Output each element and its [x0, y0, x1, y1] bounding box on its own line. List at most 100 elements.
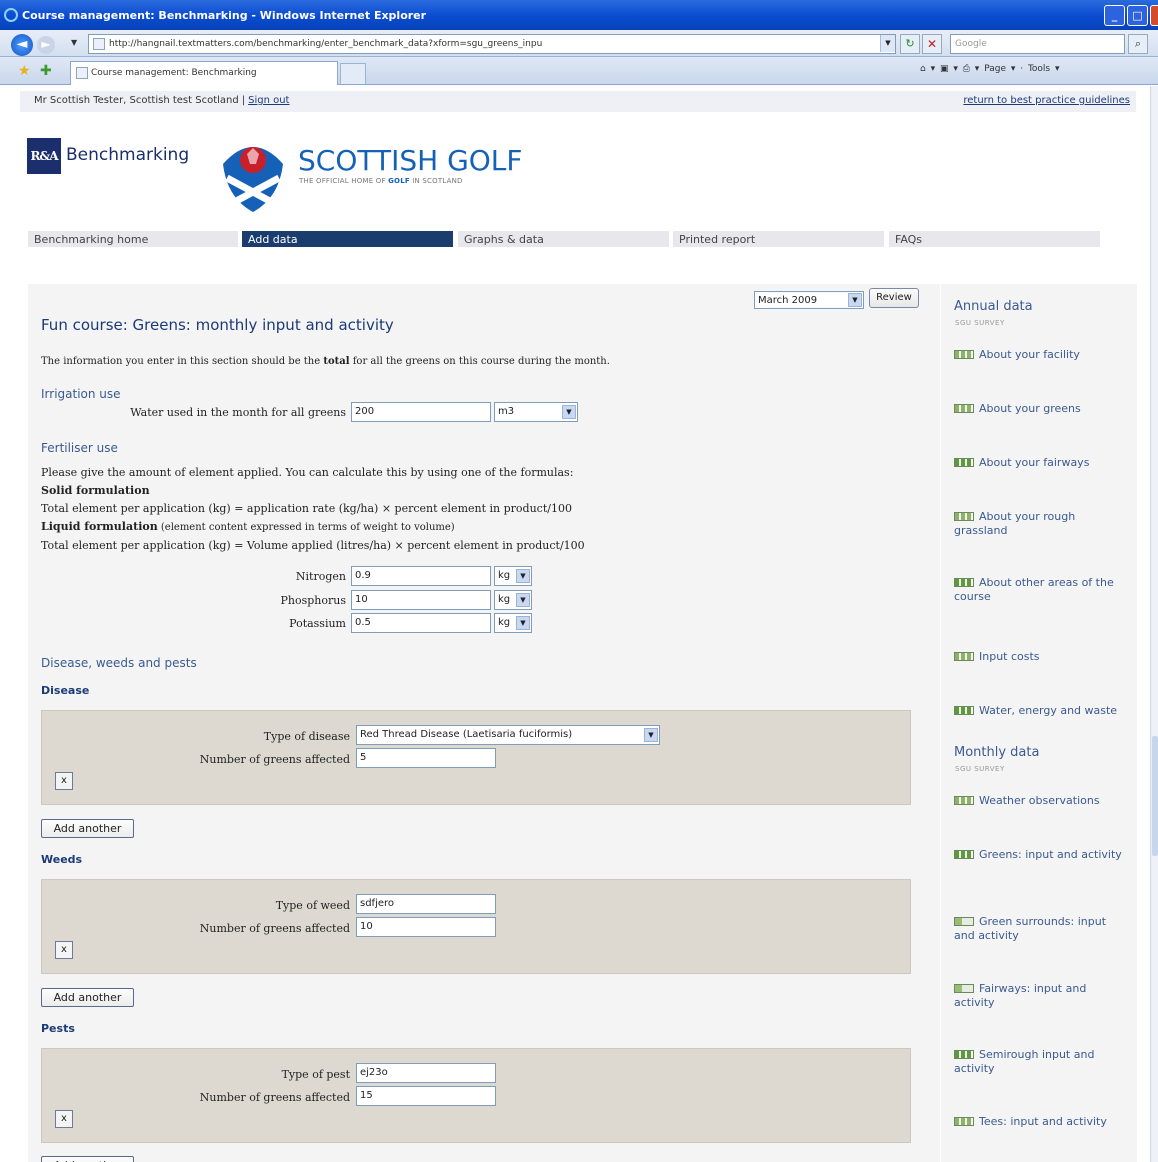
annual-item[interactable]: About your rough grassland: [954, 510, 1129, 538]
add-weed-button[interactable]: Add another: [41, 988, 134, 1007]
scroll-thumb[interactable]: [1152, 736, 1158, 856]
nitrogen-unit-value: kg: [498, 570, 511, 581]
pest-count-input[interactable]: 15: [356, 1086, 496, 1106]
annual-item-label: About your fairways: [979, 456, 1090, 469]
chevron-down-icon[interactable]: ▼: [516, 616, 530, 630]
page-scrollbar[interactable]: [1150, 86, 1158, 1162]
tab-label: Course management: Benchmarking: [91, 68, 257, 78]
separator: |: [241, 95, 246, 106]
nitrogen-unit-select[interactable]: kg ▼: [494, 566, 532, 586]
nav-graphs-data[interactable]: Graphs & data: [458, 231, 669, 247]
fert-line-5: Total element per application (kg) = Vol…: [41, 539, 585, 552]
favorites-star-icon[interactable]: ★: [18, 63, 31, 79]
annual-item[interactable]: About other areas of the course: [954, 576, 1129, 604]
close-button[interactable]: [1150, 5, 1158, 26]
remove-weed-button[interactable]: x: [55, 941, 73, 959]
progress-icon: [954, 1117, 974, 1126]
fertiliser-instructions: Please give the amount of element applie…: [41, 464, 585, 555]
pest-type-label: Type of pest: [281, 1068, 350, 1081]
nav-add-data[interactable]: Add data: [242, 231, 453, 247]
browser-tab[interactable]: Course management: Benchmarking: [70, 61, 338, 85]
monthly-item[interactable]: Fairways: input and activity: [954, 982, 1129, 1010]
pest-type-input[interactable]: ej23o: [356, 1063, 496, 1083]
disease-count-input[interactable]: 5: [356, 748, 496, 768]
feeds-icon[interactable]: ▣ ▾: [940, 64, 958, 74]
potassium-input[interactable]: 0.5: [351, 613, 491, 633]
monthly-item-label: Greens: input and activity: [979, 848, 1122, 861]
monthly-item[interactable]: Tees: input and activity: [954, 1115, 1129, 1129]
stop-icon[interactable]: ✕: [922, 34, 942, 54]
remove-pest-button[interactable]: x: [55, 1110, 73, 1128]
nav-benchmarking-home[interactable]: Benchmarking home: [28, 231, 238, 247]
water-input[interactable]: 200: [351, 402, 491, 422]
nav-faqs[interactable]: FAQs: [889, 231, 1100, 247]
page-tools-label[interactable]: Page ▾ · Tools ▾: [984, 64, 1059, 74]
disease-type-select[interactable]: Red Thread Disease (Laetisaria fuciformi…: [356, 725, 660, 745]
return-guidelines-link[interactable]: return to best practice guidelines: [963, 95, 1130, 106]
search-input[interactable]: Google: [950, 34, 1125, 54]
progress-icon: [954, 350, 974, 359]
new-tab-button[interactable]: [340, 63, 366, 84]
annual-item[interactable]: About your fairways: [954, 456, 1129, 470]
add-disease-button[interactable]: Add another: [41, 819, 134, 838]
refresh-icon[interactable]: ↻: [900, 34, 920, 54]
forward-button[interactable]: ►: [37, 36, 55, 54]
progress-icon: [954, 917, 974, 926]
minimize-button[interactable]: _: [1104, 5, 1125, 26]
search-icon[interactable]: ⌕: [1128, 34, 1148, 54]
remove-disease-button[interactable]: x: [55, 772, 73, 790]
monthly-item[interactable]: Green surrounds: input and activity: [954, 915, 1129, 943]
phosphorus-unit-value: kg: [498, 594, 511, 605]
disease-heading: Disease: [41, 684, 90, 697]
weed-count-input[interactable]: 10: [356, 917, 496, 937]
user-info: Mr Scottish Tester, Scottish test Scotla…: [34, 95, 289, 106]
irrigation-heading: Irrigation use: [41, 387, 121, 401]
review-button[interactable]: Review: [869, 288, 919, 308]
url-input[interactable]: http://hangnail.textmatters.com/benchmar…: [88, 34, 896, 54]
annual-item[interactable]: About your facility: [954, 348, 1129, 362]
monthly-item[interactable]: Greens: input and activity: [954, 848, 1129, 862]
nav-printed-report[interactable]: Printed report: [673, 231, 884, 247]
chevron-down-icon[interactable]: ▼: [516, 569, 530, 583]
add-favorites-icon[interactable]: ✚: [40, 63, 52, 79]
chevron-down-icon[interactable]: ▼: [848, 293, 862, 307]
annual-item[interactable]: Water, energy and waste: [954, 704, 1129, 718]
chevron-down-icon[interactable]: ▼: [644, 728, 658, 742]
user-bar: Mr Scottish Tester, Scottish test Scotla…: [20, 91, 1136, 112]
disease-type-label: Type of disease: [263, 730, 350, 743]
annual-item[interactable]: About your greens: [954, 402, 1129, 416]
progress-icon: [954, 458, 974, 467]
chevron-down-icon[interactable]: ▼: [562, 405, 576, 419]
month-value: March 2009: [758, 295, 818, 306]
phosphorus-input[interactable]: 10: [351, 590, 491, 610]
url-dropdown-icon[interactable]: ▼: [880, 35, 895, 52]
sign-out-link[interactable]: Sign out: [248, 95, 289, 106]
maximize-button[interactable]: □: [1127, 5, 1148, 26]
intro-text: The information you enter in this sectio…: [41, 356, 610, 367]
print-icon[interactable]: ⎙ ▾: [963, 64, 980, 74]
weed-type-input[interactable]: sdfjero: [356, 894, 496, 914]
nitrogen-input[interactable]: 0.9: [351, 566, 491, 586]
chevron-down-icon[interactable]: ▼: [516, 593, 530, 607]
annual-item[interactable]: Input costs: [954, 650, 1129, 664]
fert-liquid-line: Liquid formulation (element content expr…: [41, 520, 455, 533]
back-button[interactable]: ◄: [11, 34, 33, 56]
progress-icon: [954, 578, 974, 587]
potassium-unit-select[interactable]: kg ▼: [494, 613, 532, 633]
month-select[interactable]: March 2009 ▼: [754, 291, 864, 309]
scottish-golf-title: SCOTTISH GOLF: [298, 144, 523, 177]
water-unit-select[interactable]: m3 ▼: [494, 402, 578, 422]
phosphorus-label: Phosphorus: [280, 594, 347, 607]
monthly-item[interactable]: Semirough input and activity: [954, 1048, 1129, 1076]
tab-page-icon: [76, 67, 88, 79]
add-pest-button[interactable]: Add another: [41, 1156, 134, 1162]
home-icon[interactable]: ⌂ ▾: [920, 64, 935, 74]
weed-count-label: Number of greens affected: [199, 922, 350, 935]
command-bar[interactable]: ⌂ ▾ ▣ ▾ ⎙ ▾ Page ▾ · Tools ▾: [920, 64, 1060, 74]
history-dropdown-icon[interactable]: ▼: [71, 38, 77, 47]
progress-icon: [954, 796, 974, 805]
phosphorus-unit-select[interactable]: kg ▼: [494, 590, 532, 610]
water-label: Water used in the month for all greens: [130, 406, 346, 419]
monthly-item[interactable]: Weather observations: [954, 794, 1129, 808]
dwp-heading: Disease, weeds and pests: [41, 656, 197, 670]
